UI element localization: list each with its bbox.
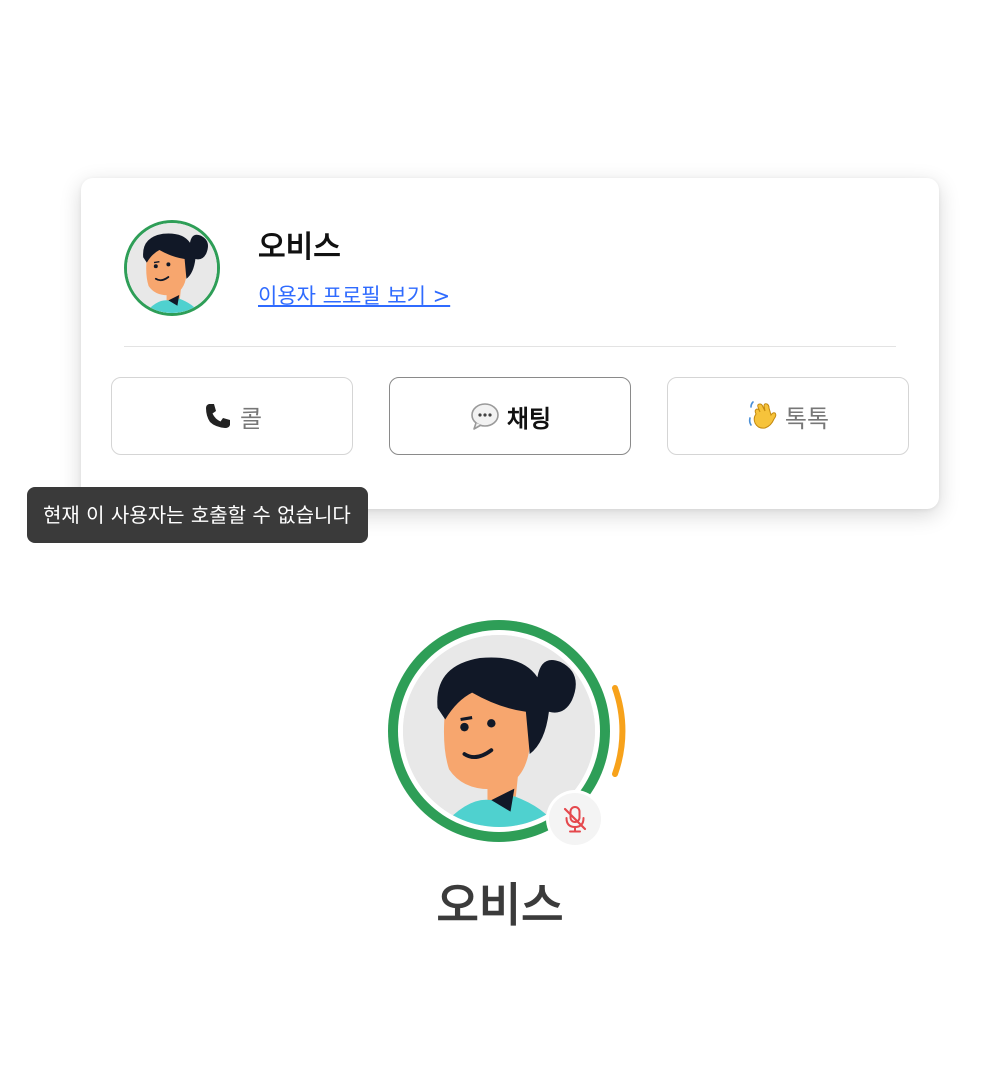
unavailable-tooltip: 현재 이 사용자는 호출할 수 없습니다 [27,487,368,543]
participant-name: 오비스 [436,878,564,932]
profile-popover: 오비스 이용자 프로필 보기 > 콜 채팅 톡톡 [81,178,939,509]
chat-button-label: 채팅 [506,404,552,433]
phone-icon [202,400,234,432]
profile-name: 오비스 [258,230,341,265]
call-button[interactable]: 콜 [111,377,353,455]
divider [124,346,896,347]
poke-button[interactable]: 톡톡 [667,377,909,455]
view-profile-link[interactable]: 이용자 프로필 보기 > [258,281,450,311]
waving-hand-icon [747,400,779,432]
person-avatar-icon[interactable] [124,220,220,316]
speech-bubble-icon [469,400,501,432]
participant-tile[interactable] [388,620,632,852]
mic-muted-icon [549,793,601,845]
call-button-label: 콜 [239,404,263,433]
call-screen: 오비스 이용자 프로필 보기 > 콜 채팅 톡톡 현재 이 사용자는 호출할 수… [0,0,1000,1080]
poke-button-label: 톡톡 [784,404,830,433]
chat-button[interactable]: 채팅 [389,377,631,455]
